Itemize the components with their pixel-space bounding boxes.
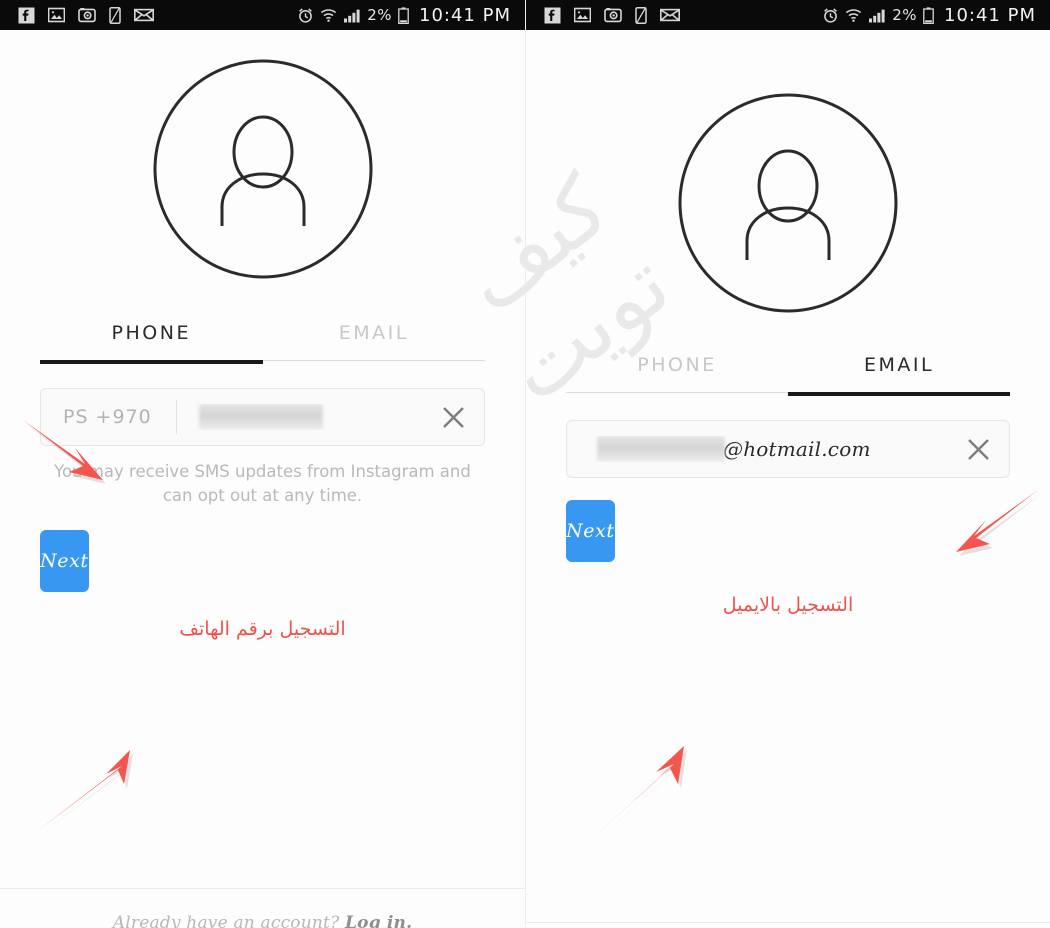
alarm-icon [297,7,314,24]
wifi-icon [320,8,337,23]
phone-device-icon [635,6,647,24]
login-link-left[interactable]: Log in. [345,913,412,928]
tab-email-right[interactable]: EMAIL [788,354,1010,392]
tab-indicator-active-phone [40,360,263,364]
battery-icon [923,6,934,24]
wifi-icon [845,8,862,23]
status-bar-right: 2% 10:41 PM [526,0,1050,30]
tab-phone-left[interactable]: PHONE [40,322,263,360]
gallery-icon [574,7,591,23]
status-bar-left: 2% 10:41 PM [0,0,525,30]
clear-x-icon[interactable] [947,436,1009,463]
email-domain-suffix: @hotmail.com [723,437,871,461]
signal-icon [343,8,361,23]
status-bar-system-icons-right: 2% 10:41 PM [822,5,1036,26]
country-code-prefix[interactable]: PS +970 [63,406,176,428]
left-signup-screen: PHONE EMAIL PS +970 You may receive SMS … [0,58,525,928]
screenshot-root: 2% 10:41 PM PHONE EMAIL PS +970 You may … [0,0,1050,928]
status-bar-notification-icons [18,6,154,24]
mail-icon [660,8,680,22]
tab-indicator-active-email [788,392,1010,396]
gallery-icon [48,7,65,23]
footer-left: Already have an account? Log in. [0,888,525,928]
arrow-to-email-next-button [574,742,704,858]
status-bar-notification-icons-right [544,6,680,24]
login-prompt-left[interactable]: Already have an account? Log in. [113,913,412,928]
phone-device-icon [109,6,121,24]
annotation-email-signup: التسجيل بالايميل [722,594,854,616]
login-prompt-prefix-left: Already have an account? [112,912,345,928]
next-button-left[interactable]: Next [40,529,89,592]
arrow-to-email-tab [934,484,1046,572]
sms-hint-text: You may receive SMS updates from Instagr… [54,462,471,505]
instagram-icon [604,7,622,23]
facebook-icon [544,7,561,24]
signal-icon [868,8,886,23]
battery-percent-label: 2% [367,6,393,24]
footer-right: Already have an account? Log in. [526,922,1050,928]
battery-percent-label-right: 2% [892,6,918,24]
alarm-icon [822,7,839,24]
battery-icon [398,6,409,24]
facebook-icon [18,7,35,24]
instagram-icon [78,7,96,23]
person-avatar-icon [152,58,374,284]
person-avatar-icon [677,92,899,318]
status-bar-system-icons: 2% 10:41 PM [297,5,511,26]
arrow-to-phone-next-button [26,746,156,842]
phone-number-value-blurred [198,404,323,430]
annotation-phone-signup: التسجيل برقم الهاتف [179,617,346,640]
status-bar-clock-right: 10:41 PM [944,4,1036,26]
mail-icon [134,8,154,22]
status-bar-clock: 10:41 PM [419,4,511,26]
